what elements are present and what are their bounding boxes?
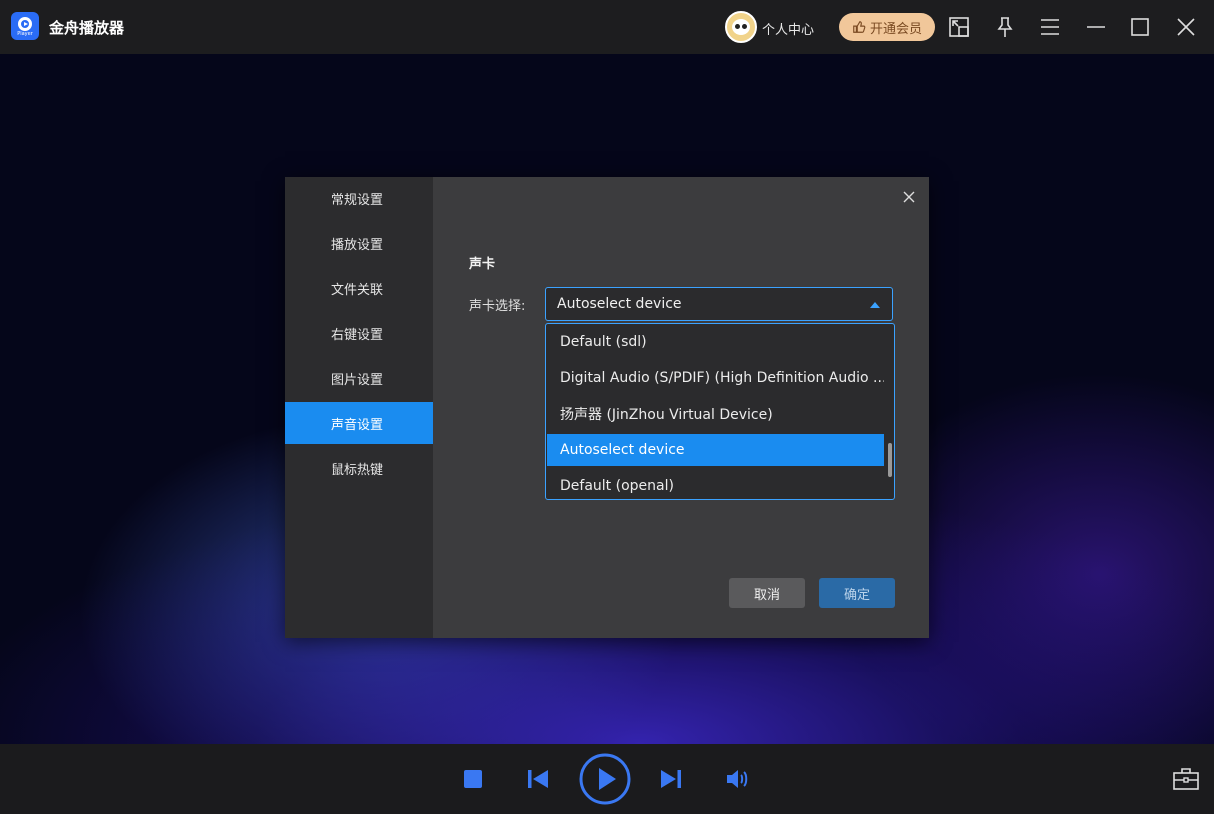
dropdown-option[interactable]: Default (sdl)	[547, 326, 884, 358]
settings-sidebar: 常规设置 播放设置 文件关联 右键设置 图片设置 声音设置 鼠标热键	[285, 177, 433, 638]
dropdown-option[interactable]: Default (openal)	[547, 470, 884, 499]
nav-image-settings[interactable]: 图片设置	[285, 357, 433, 399]
nav-file-association[interactable]: 文件关联	[285, 267, 433, 309]
sound-card-dropdown: Default (sdl) Digital Audio (S/PDIF) (Hi…	[545, 323, 895, 500]
section-title: 声卡	[469, 257, 496, 272]
thumbs-up-icon	[853, 21, 866, 33]
vip-button[interactable]: 开通会员	[839, 13, 935, 41]
mini-mode-icon[interactable]	[946, 14, 972, 40]
nav-mouse-hotkeys[interactable]: 鼠标热键	[285, 447, 433, 489]
nav-playback-settings[interactable]: 播放设置	[285, 222, 433, 264]
app-logo-icon: Player	[11, 12, 39, 40]
settings-dialog: 常规设置 播放设置 文件关联 右键设置 图片设置 声音设置 鼠标热键 声卡 声卡…	[285, 177, 929, 638]
play-icon[interactable]	[579, 753, 631, 805]
maximize-icon[interactable]	[1127, 14, 1153, 40]
vip-label: 开通会员	[869, 21, 922, 37]
avatar[interactable]	[725, 11, 757, 43]
stop-icon[interactable]	[462, 768, 484, 790]
nav-general-settings[interactable]: 常规设置	[285, 177, 433, 219]
ok-button[interactable]: 确定	[819, 578, 895, 608]
dialog-close-icon[interactable]	[901, 189, 917, 205]
toolbox-icon[interactable]	[1172, 766, 1200, 792]
volume-icon[interactable]	[724, 767, 750, 791]
next-icon[interactable]	[659, 767, 683, 791]
dropdown-option[interactable]: 扬声器 (JinZhou Virtual Device)	[547, 398, 884, 430]
pin-icon[interactable]	[992, 14, 1018, 40]
chevron-up-icon	[870, 302, 880, 308]
sound-card-select[interactable]: Autoselect device	[545, 287, 893, 321]
nav-audio-settings[interactable]: 声音设置	[285, 402, 433, 444]
control-bar	[0, 744, 1214, 814]
menu-icon[interactable]	[1037, 14, 1063, 40]
select-value: Autoselect device	[557, 296, 682, 312]
nav-context-menu-settings[interactable]: 右键设置	[285, 312, 433, 354]
title-bar: Player 金舟播放器 个人中心 开通会员	[0, 0, 1214, 54]
sound-card-label: 声卡选择:	[469, 299, 526, 314]
close-icon[interactable]	[1173, 14, 1199, 40]
previous-icon[interactable]	[526, 767, 550, 791]
cancel-button[interactable]: 取消	[729, 578, 805, 608]
user-center-link[interactable]: 个人中心	[762, 19, 814, 38]
dropdown-option[interactable]: Digital Audio (S/PDIF) (High Definition …	[547, 362, 884, 394]
minimize-icon[interactable]	[1083, 14, 1109, 40]
dropdown-option-selected[interactable]: Autoselect device	[547, 434, 884, 466]
app-title: 金舟播放器	[49, 19, 125, 37]
dropdown-scrollbar[interactable]	[888, 443, 892, 477]
